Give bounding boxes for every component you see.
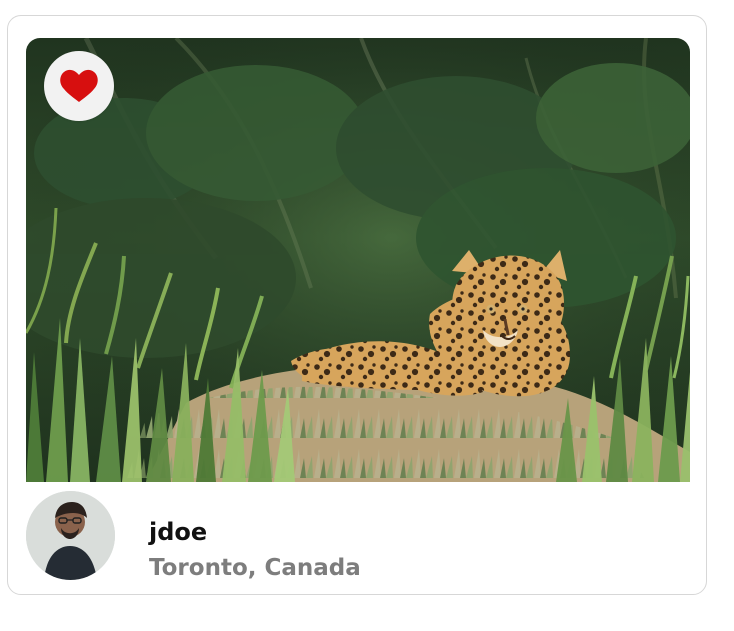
jaguar-photo [26, 38, 690, 482]
avatar-image [26, 491, 115, 580]
heart-icon [60, 69, 98, 102]
jaguar-photo-svg [26, 38, 690, 482]
user-profile-row: jdoe Toronto, Canada [26, 491, 690, 581]
avatar[interactable] [26, 491, 115, 580]
user-location: Toronto, Canada [149, 555, 361, 581]
like-button[interactable] [44, 51, 114, 121]
post-card: jdoe Toronto, Canada [7, 15, 707, 595]
username: jdoe [149, 518, 208, 546]
